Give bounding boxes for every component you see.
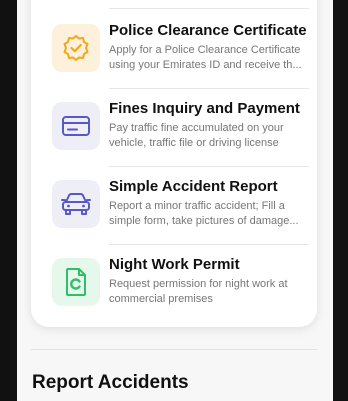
service-title: Police Clearance Certificate (109, 22, 307, 39)
car-icon (52, 180, 100, 228)
service-title: Night Work Permit (109, 256, 240, 273)
service-title: Simple Accident Report (109, 178, 278, 195)
service-item-accident-report[interactable]: Simple Accident Report Report a minor tr… (31, 167, 317, 245)
service-title: Fines Inquiry and Payment (109, 100, 300, 117)
service-item-fines-inquiry[interactable]: Fines Inquiry and Payment Pay traffic fi… (31, 89, 317, 167)
section-divider (31, 349, 317, 350)
device-frame-left (0, 0, 17, 401)
service-item-police-clearance[interactable]: Police Clearance Certificate Apply for a… (31, 11, 317, 89)
service-description: Request permission for night work at com… (109, 278, 288, 305)
service-description: Pay traffic fine accumulated on your veh… (109, 122, 284, 149)
services-card: Police Clearance Certificate Apply for a… (31, 0, 317, 327)
service-item-night-work-permit[interactable]: Night Work Permit Request permission for… (31, 245, 317, 323)
credit-card-icon (52, 102, 100, 150)
document-icon (52, 258, 100, 306)
service-description: Apply for a Police Clearance Certificate… (109, 44, 302, 71)
section-title-report-accidents: Report Accidents (32, 372, 189, 393)
service-description: Report a minor traffic accident; Fill a … (109, 200, 299, 227)
app-screen: Police Clearance Certificate Apply for a… (17, 0, 333, 401)
list-divider (109, 8, 309, 9)
badge-check-icon (52, 24, 100, 72)
device-frame-right (333, 0, 348, 401)
